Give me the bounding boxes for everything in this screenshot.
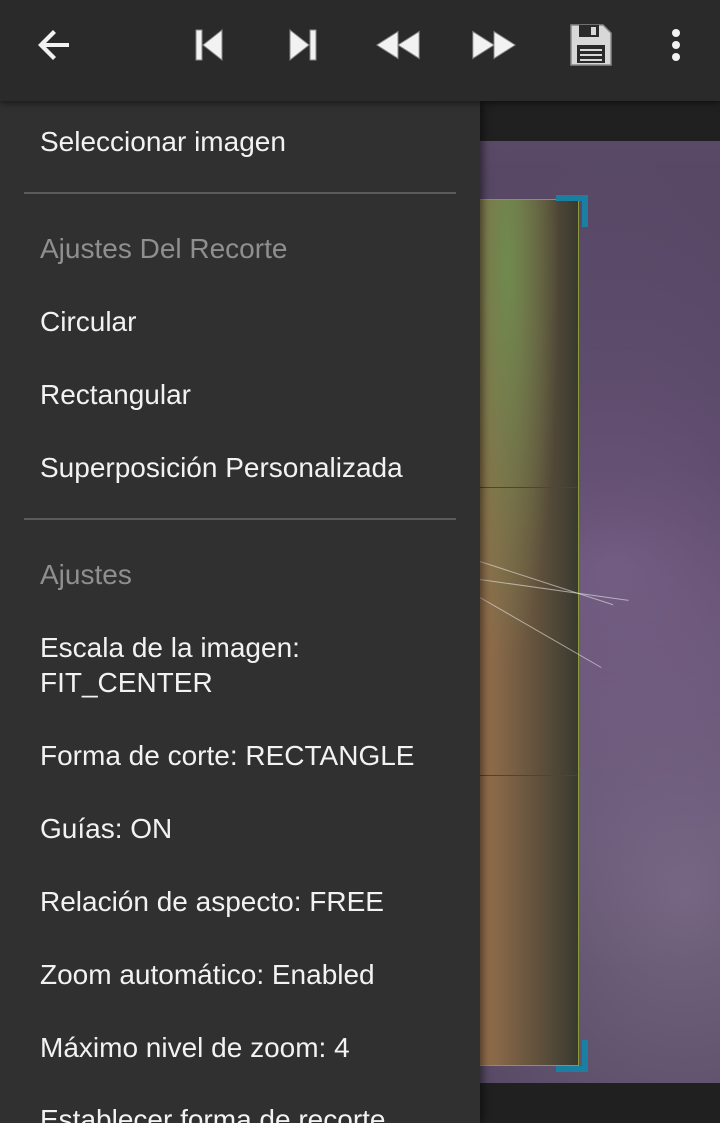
menu-item-image-scale[interactable]: Escala de la imagen: FIT_CENTER — [40, 630, 340, 700]
divider — [24, 192, 456, 194]
more-options-button[interactable] — [651, 20, 701, 70]
fast-forward-button[interactable] — [469, 20, 519, 70]
skip-previous-icon — [195, 28, 223, 62]
menu-item-select-image[interactable]: Seleccionar imagen — [40, 124, 460, 159]
menu-item-rectangular[interactable]: Rectangular — [40, 377, 460, 412]
skip-next-icon — [289, 28, 317, 62]
skip-next-button[interactable] — [279, 20, 329, 70]
menu-item-max-zoom[interactable]: Máximo nivel de zoom: 4 — [40, 1030, 460, 1065]
app-toolbar — [0, 0, 720, 101]
menu-item-crop-shape[interactable]: Forma de corte: RECTANGLE — [40, 738, 460, 773]
menu-item-set-crop-shape[interactable]: Establecer forma de recorte — [40, 1102, 460, 1123]
fast-forward-icon — [472, 30, 517, 60]
arrow-back-icon — [38, 30, 69, 60]
save-icon — [570, 24, 612, 66]
crop-handle-top-right[interactable] — [556, 195, 588, 227]
menu-item-aspect-ratio[interactable]: Relación de aspecto: FREE — [40, 884, 460, 919]
more-vert-icon — [672, 29, 680, 61]
menu-item-guidelines[interactable]: Guías: ON — [40, 811, 460, 846]
menu-item-custom-overlay[interactable]: Superposición Personalizada — [40, 450, 460, 485]
rewind-button[interactable] — [373, 20, 423, 70]
back-button[interactable] — [30, 20, 80, 70]
menu-item-auto-zoom[interactable]: Zoom automático: Enabled — [40, 957, 460, 992]
rewind-icon — [375, 30, 420, 60]
save-button[interactable] — [566, 20, 616, 70]
divider — [24, 518, 456, 520]
crop-handle-bottom-right[interactable] — [556, 1040, 588, 1072]
navigation-drawer: Seleccionar imagen Ajustes Del Recorte C… — [0, 101, 480, 1123]
menu-item-circular[interactable]: Circular — [40, 304, 460, 339]
section-header-settings: Ajustes — [40, 559, 132, 590]
section-header-crop-settings: Ajustes Del Recorte — [40, 233, 288, 264]
skip-previous-button[interactable] — [183, 20, 233, 70]
